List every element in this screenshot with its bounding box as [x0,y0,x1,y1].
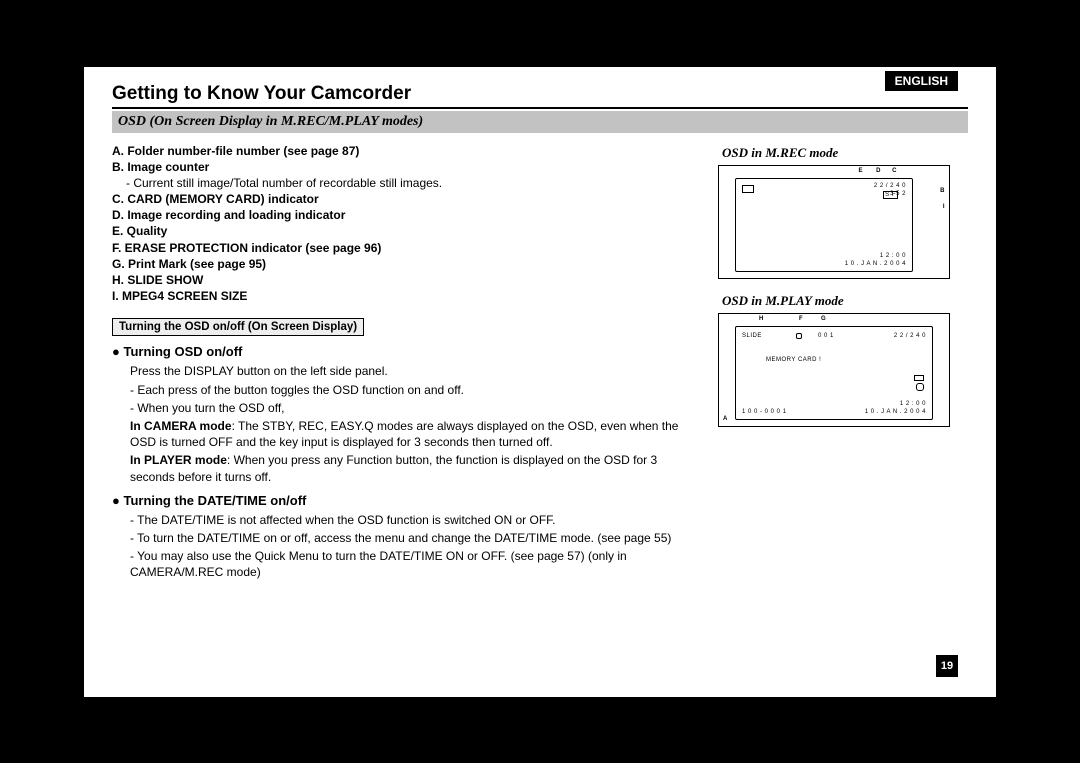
subtitle-bar: OSD (On Screen Display in M.REC/M.PLAY m… [112,111,968,133]
section-heading: ● Turning OSD on/off [112,344,694,359]
body-text: In PLAYER mode: When you press any Funct… [130,452,694,484]
body-text: - Each press of the button toggles the O… [130,382,694,398]
body-text: Press the DISPLAY button on the left sid… [130,363,694,379]
callout-a: A [723,416,728,422]
list-item-label: B. Image counter [112,160,209,174]
callout-g: G [821,316,826,322]
osd-screen: 2 2 / 2 4 0 S F 3 5 2 1 2 : 0 0 1 0 . J … [735,178,913,272]
list-item: E. Quality [112,223,694,239]
callout-d: D [876,168,881,174]
callout-f: F [799,316,803,322]
disc-icon [916,383,924,391]
boxed-label: Turning the OSD on/off (On Screen Displa… [112,318,364,336]
osd-counter: 2 2 / 2 4 0 [894,333,926,339]
osd-printmark: 0 0 1 [818,333,834,339]
list-item: G. Print Mark (see page 95) [112,256,694,272]
list-item: F. ERASE PROTECTION indicator (see page … [112,240,694,256]
osd-folderfile: 1 0 0 - 0 0 0 1 [742,409,787,415]
osd-date: 1 0 . J A N . 2 0 0 4 [845,261,906,267]
body-text: - To turn the DATE/TIME on or off, acces… [130,530,694,546]
left-column: A. Folder number-file number (see page 8… [112,143,694,583]
page-title: Getting to Know Your Camcorder [112,83,968,109]
osd-memcard: MEMORY CARD ! [766,357,821,363]
osd-size: 3 5 2 [890,191,906,197]
list-item: B. Image counter - Current still image/T… [112,159,694,191]
section-heading: ● Turning the DATE/TIME on/off [112,493,694,508]
body-text: In CAMERA mode: The STBY, REC, EASY.Q mo… [130,418,694,450]
feature-list: A. Folder number-file number (see page 8… [112,143,694,305]
osd-mplay-label: OSD in M.PLAY mode [722,293,968,309]
list-item: D. Image recording and loading indicator [112,207,694,223]
card-icon [742,185,754,193]
callout-e: E [858,168,863,174]
osd-date: 1 0 . J A N . 2 0 0 4 [865,409,926,415]
mode-label: In CAMERA mode [130,419,232,433]
list-item: C. CARD (MEMORY CARD) indicator [112,191,694,207]
osd-screen: SLIDE 0 0 1 2 2 / 2 4 0 MEMORY CARD ! 1 … [735,326,933,420]
language-tab: ENGLISH [885,71,958,91]
callout-i: I [943,204,945,210]
osd-counter: 2 2 / 2 4 0 [874,183,906,189]
callout-h: H [759,316,764,322]
page-number: 19 [936,655,958,677]
list-item-note: - Current still image/Total number of re… [126,175,694,191]
osd-mrec-diagram: 2 2 / 2 4 0 S F 3 5 2 1 2 : 0 0 1 0 . J … [718,165,950,279]
osd-time: 1 2 : 0 0 [880,253,906,259]
callout-b: B [940,188,945,194]
lock-icon [796,333,802,339]
card-icon [914,375,924,381]
osd-slide: SLIDE [742,333,762,339]
content-columns: A. Folder number-file number (see page 8… [112,143,968,583]
body-text: - When you turn the OSD off, [130,400,694,416]
mode-label: In PLAYER mode [130,453,227,467]
osd-mrec-label: OSD in M.REC mode [722,145,968,161]
list-item: I. MPEG4 SCREEN SIZE [112,288,694,304]
manual-page: ENGLISH Getting to Know Your Camcorder O… [84,67,996,697]
osd-time: 1 2 : 0 0 [900,401,926,407]
body-text: - The DATE/TIME is not affected when the… [130,512,694,528]
right-column: OSD in M.REC mode 2 2 / 2 4 0 S F 3 5 2 … [708,143,968,583]
list-item: H. SLIDE SHOW [112,272,694,288]
list-item: A. Folder number-file number (see page 8… [112,143,694,159]
callout-c: C [892,168,897,174]
body-text: - You may also use the Quick Menu to tur… [130,548,694,580]
osd-mplay-diagram: SLIDE 0 0 1 2 2 / 2 4 0 MEMORY CARD ! 1 … [718,313,950,427]
